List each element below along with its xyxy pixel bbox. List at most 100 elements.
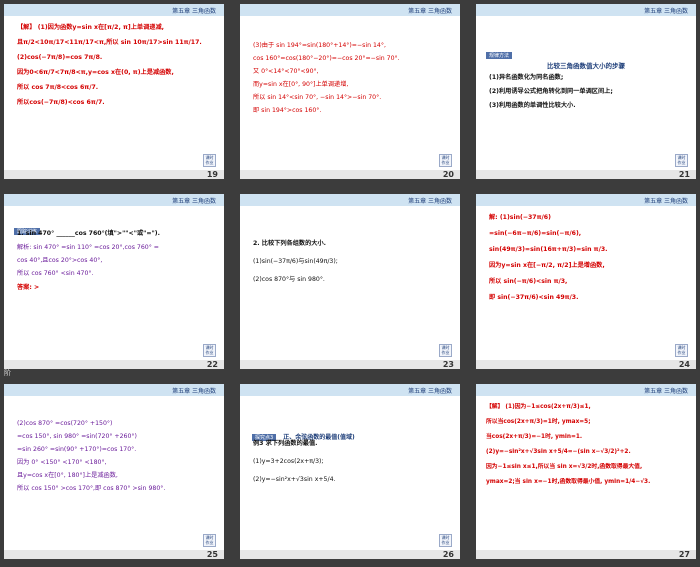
slide-thumbnail-21[interactable]: 第五章 三角函数 规律方法 比较三角函数值大小的步骤 (1)异名函数化为同名函数… (476, 4, 696, 179)
slide-footer-bar: 24 (476, 360, 696, 369)
text-line: =cos 150°, sin 980° =sin(720° +260°) (17, 433, 137, 440)
lesson-button[interactable]: 课时作业 (675, 154, 688, 167)
slide-number: 20 (442, 170, 454, 179)
text-line: 因为y=sin x在[−π/2, π/2]上是增函数, (489, 262, 605, 269)
text-line: (3)利用函数的单调性比较大小. (489, 102, 576, 109)
text-line: 所以 cos 760° <sin 470°. (17, 270, 94, 277)
slide-header-bar: 第五章 三角函数 (4, 194, 224, 206)
slide-number: 23 (442, 360, 454, 369)
chapter-label: 第五章 三角函数 (408, 198, 452, 205)
slide-thumbnail-23[interactable]: 第五章 三角函数 2. 比较下列各组数的大小. (1)sin(−37π/6)与s… (240, 194, 460, 369)
chapter-label: 第五章 三角函数 (408, 388, 452, 395)
text-line: 【解】 (1)因为−1≤cos(2x+π/3)≤1, (486, 404, 591, 410)
slide-footer-bar: 25 (4, 550, 224, 559)
slide-number: 26 (442, 550, 454, 559)
text-line: cos 40°,且cos 20°>cos 40°, (17, 257, 103, 264)
slide-body: 【解】 (1)因为函数y=sin x在[π/2, π]上单调递减, 且π/2<1… (17, 22, 216, 108)
text-line: 所以当cos(2x+π/3)=1时, ymax=5; (486, 419, 591, 425)
text-line: 所以cos(−7π/8)<cos 6π/7. (17, 99, 105, 106)
text-line: 例3 求下列函数的最值. (253, 440, 318, 447)
slide-header-bar: 第五章 三角函数 (240, 4, 460, 16)
lesson-button[interactable]: 课时作业 (439, 344, 452, 357)
slide-body: 1. sin 470° ______cos 760°(填">""<"或"=").… (17, 228, 216, 293)
slide-number: 22 (206, 360, 218, 369)
text-line: 即 sin(−37π/6)<sin 49π/3. (489, 294, 579, 301)
text-line: =sin 260° =sin(90° +170°)=cos 170°. (17, 446, 137, 453)
lesson-button[interactable]: 课时作业 (203, 344, 216, 357)
chapter-label: 第五章 三角函数 (172, 388, 216, 395)
text-line: 因为0<6π/7<7π/8<π,y=cos x在(0, π)上是减函数, (17, 69, 174, 76)
slide-body: 【解】 (1)因为−1≤cos(2x+π/3)≤1, 所以当cos(2x+π/3… (486, 402, 688, 488)
text-line: (1)sin(−37π/6)与sin(49π/3); (253, 258, 338, 265)
slide-footer-bar: 21 (476, 170, 696, 179)
text-line: (3)由于 sin 194°=sin(180°+14°)=−sin 14°, (253, 42, 386, 49)
gutter-label: 阶 (4, 369, 11, 377)
lesson-button[interactable]: 课时作业 (203, 534, 216, 547)
chapter-label: 第五章 三角函数 (172, 8, 216, 15)
text-line: (1)异名函数化为同名函数; (489, 74, 564, 81)
lesson-button[interactable]: 课时作业 (203, 154, 216, 167)
slide-footer-bar: 22 (4, 360, 224, 369)
slide-header-bar: 第五章 三角函数 (240, 194, 460, 206)
text-line: 当cos(2x+π/3)=−1时, ymin=1. (486, 434, 583, 440)
text-line: 解: (1)sin(−37π/6) (489, 214, 551, 221)
text-line: 1. sin 470° ______cos 760°(填">""<"或"="). (17, 230, 160, 237)
slide-body: (1)异名函数化为同名函数; (2)利用诱导公式把角转化到同一单调区间上; (3… (489, 72, 688, 111)
slide-footer-bar: 19 (4, 170, 224, 179)
lesson-button[interactable]: 课时作业 (439, 534, 452, 547)
slide-title: 比较三角函数值大小的步骤 (547, 62, 625, 70)
lesson-button[interactable]: 课时作业 (675, 344, 688, 357)
text-line: 【解】 (1)因为函数y=sin x在[π/2, π]上单调递减, (17, 24, 164, 31)
text-line: cos 160°=cos(180°−20°)=−cos 20°=−sin 70°… (253, 55, 400, 62)
chapter-label: 第五章 三角函数 (644, 198, 688, 205)
section-tag: 规律方法 (486, 42, 514, 61)
text-line: 所以 cos 7π/8<cos 6π/7. (17, 84, 99, 91)
text-line: 答案: > (17, 284, 40, 291)
text-line: 2. 比较下列各组数的大小. (253, 240, 327, 247)
slide-thumbnail-25[interactable]: 第五章 三角函数 (2)cos 870° =cos(720° +150°) =c… (4, 384, 224, 559)
lesson-button[interactable]: 课时作业 (439, 154, 452, 167)
text-line: =sin(−6π−π/6)=sin(−π/6), (489, 230, 582, 237)
slide-number: 21 (678, 170, 690, 179)
text-line: 且π/2<10π/17<11π/17<π,所以 sin 10π/17>sin 1… (17, 39, 202, 46)
slide-number: 19 (206, 170, 218, 179)
slide-body: 解: (1)sin(−37π/6) =sin(−6π−π/6)=sin(−π/6… (489, 212, 688, 303)
text-line: (2)y=−sin²x+√3sin x+5/4. (253, 476, 336, 483)
text-line: 且y=cos x在[0°, 180°]上是减函数, (17, 472, 118, 479)
slide-body: (2)cos 870° =cos(720° +150°) =cos 150°, … (17, 418, 216, 494)
slide-thumbnail-22[interactable]: 第五章 三角函数 跟踪训练 1. sin 470° ______cos 760°… (4, 194, 224, 369)
chapter-label: 第五章 三角函数 (408, 8, 452, 15)
text-line: 所以 sin 14°<sin 70°, −sin 14°>−sin 70°. (253, 94, 382, 101)
slide-header-bar: 第五章 三角函数 (476, 384, 696, 396)
chapter-label: 第五章 三角函数 (172, 198, 216, 205)
text-line: (1)y=3+2cos(2x+π/3); (253, 458, 324, 465)
text-line: 又 0°<14°<70°<90°, (253, 68, 319, 75)
text-line: sin(49π/3)=sin(16π+π/3)=sin π/3. (489, 246, 608, 253)
slide-body: (3)由于 sin 194°=sin(180°+14°)=−sin 14°, c… (253, 40, 452, 116)
text-line: 因为 0° <150° <170° <180°, (17, 459, 107, 466)
slide-thumbnail-20[interactable]: 第五章 三角函数 (3)由于 sin 194°=sin(180°+14°)=−s… (240, 4, 460, 179)
slide-footer-bar: 26 (240, 550, 460, 559)
text-line: (2)利用诱导公式把角转化到同一单调区间上; (489, 88, 613, 95)
text-line: 解析: sin 470° =sin 110° =cos 20°,cos 760°… (17, 244, 159, 251)
text-line: 而y=sin x在[0°, 90°]上单调递增, (253, 81, 349, 88)
slide-footer-bar: 23 (240, 360, 460, 369)
slide-thumbnail-27[interactable]: 第五章 三角函数 【解】 (1)因为−1≤cos(2x+π/3)≤1, 所以当c… (476, 384, 696, 559)
text-line: 所以 cos 150° >cos 170°,即 cos 870° >sin 98… (17, 485, 166, 492)
text-line: 即 sin 194°>cos 160°. (253, 107, 322, 114)
text-line: 因为−1≤sin x≤1,所以当 sin x=√3/2时,函数取得最大值, (486, 464, 643, 470)
slide-thumbnail-24[interactable]: 第五章 三角函数 解: (1)sin(−37π/6) =sin(−6π−π/6)… (476, 194, 696, 369)
slide-body: 例3 求下列函数的最值. (1)y=3+2cos(2x+π/3); (2)y=−… (253, 438, 452, 485)
slide-header-bar: 第五章 三角函数 (476, 194, 696, 206)
slide-header-bar: 第五章 三角函数 (4, 4, 224, 16)
text-line: (2)cos 870° =cos(720° +150°) (17, 420, 113, 427)
text-line: 所以 sin(−π/6)<sin π/3, (489, 278, 568, 285)
slide-number: 27 (678, 550, 690, 559)
text-line: ymax=2;当 sin x=−1时,函数取得最小值, ymin=1/4−√3. (486, 479, 651, 485)
slide-number: 25 (206, 550, 218, 559)
slide-thumbnail-19[interactable]: 第五章 三角函数 【解】 (1)因为函数y=sin x在[π/2, π]上单调递… (4, 4, 224, 179)
text-line: (2)cos(−7π/8)=cos 7π/8. (17, 54, 103, 61)
slide-thumbnail-26[interactable]: 第五章 三角函数 探究点3 正、余弦函数的最值(值域) 例3 求下列函数的最值.… (240, 384, 460, 559)
slide-header-bar: 第五章 三角函数 (240, 384, 460, 396)
chapter-label: 第五章 三角函数 (644, 388, 688, 395)
